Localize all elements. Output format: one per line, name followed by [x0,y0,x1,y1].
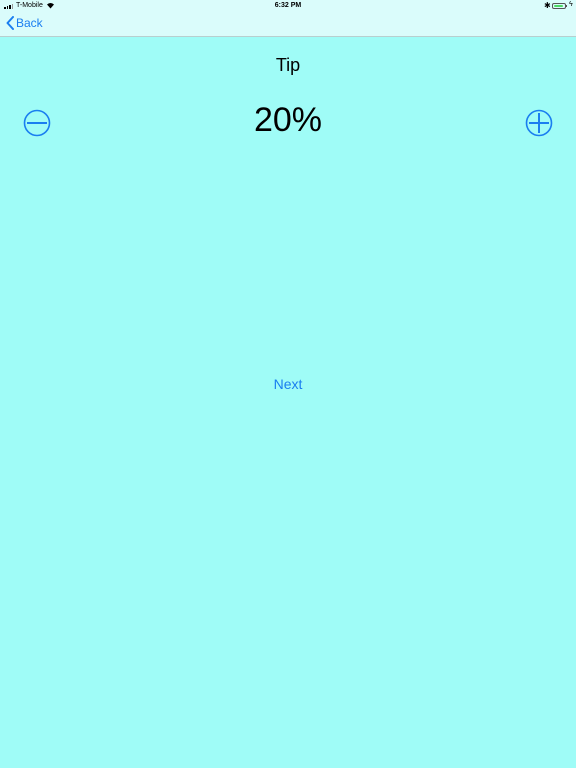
chevron-left-icon [6,16,14,30]
charging-icon: ϟ [569,1,573,8]
tip-percentage-value: 20% [253,101,323,139]
battery-cap [566,5,567,7]
battery-icon [552,3,566,9]
battery-level-fill [554,5,563,7]
bluetooth-icon: ✱ [544,1,551,10]
clock: 6:32 PM [274,2,302,9]
next-button[interactable]: Next [0,376,576,392]
navigation-bar: Back [0,12,576,37]
increase-button[interactable] [525,109,553,137]
back-button[interactable]: Back [6,16,43,30]
status-bar: T-Mobile 6:32 PM ✱ ϟ [0,0,576,12]
back-label: Back [16,16,43,30]
page-title: Tip [275,55,301,75]
screen: T-Mobile 6:32 PM ✱ ϟ Back Tip 20% Next [0,0,576,768]
